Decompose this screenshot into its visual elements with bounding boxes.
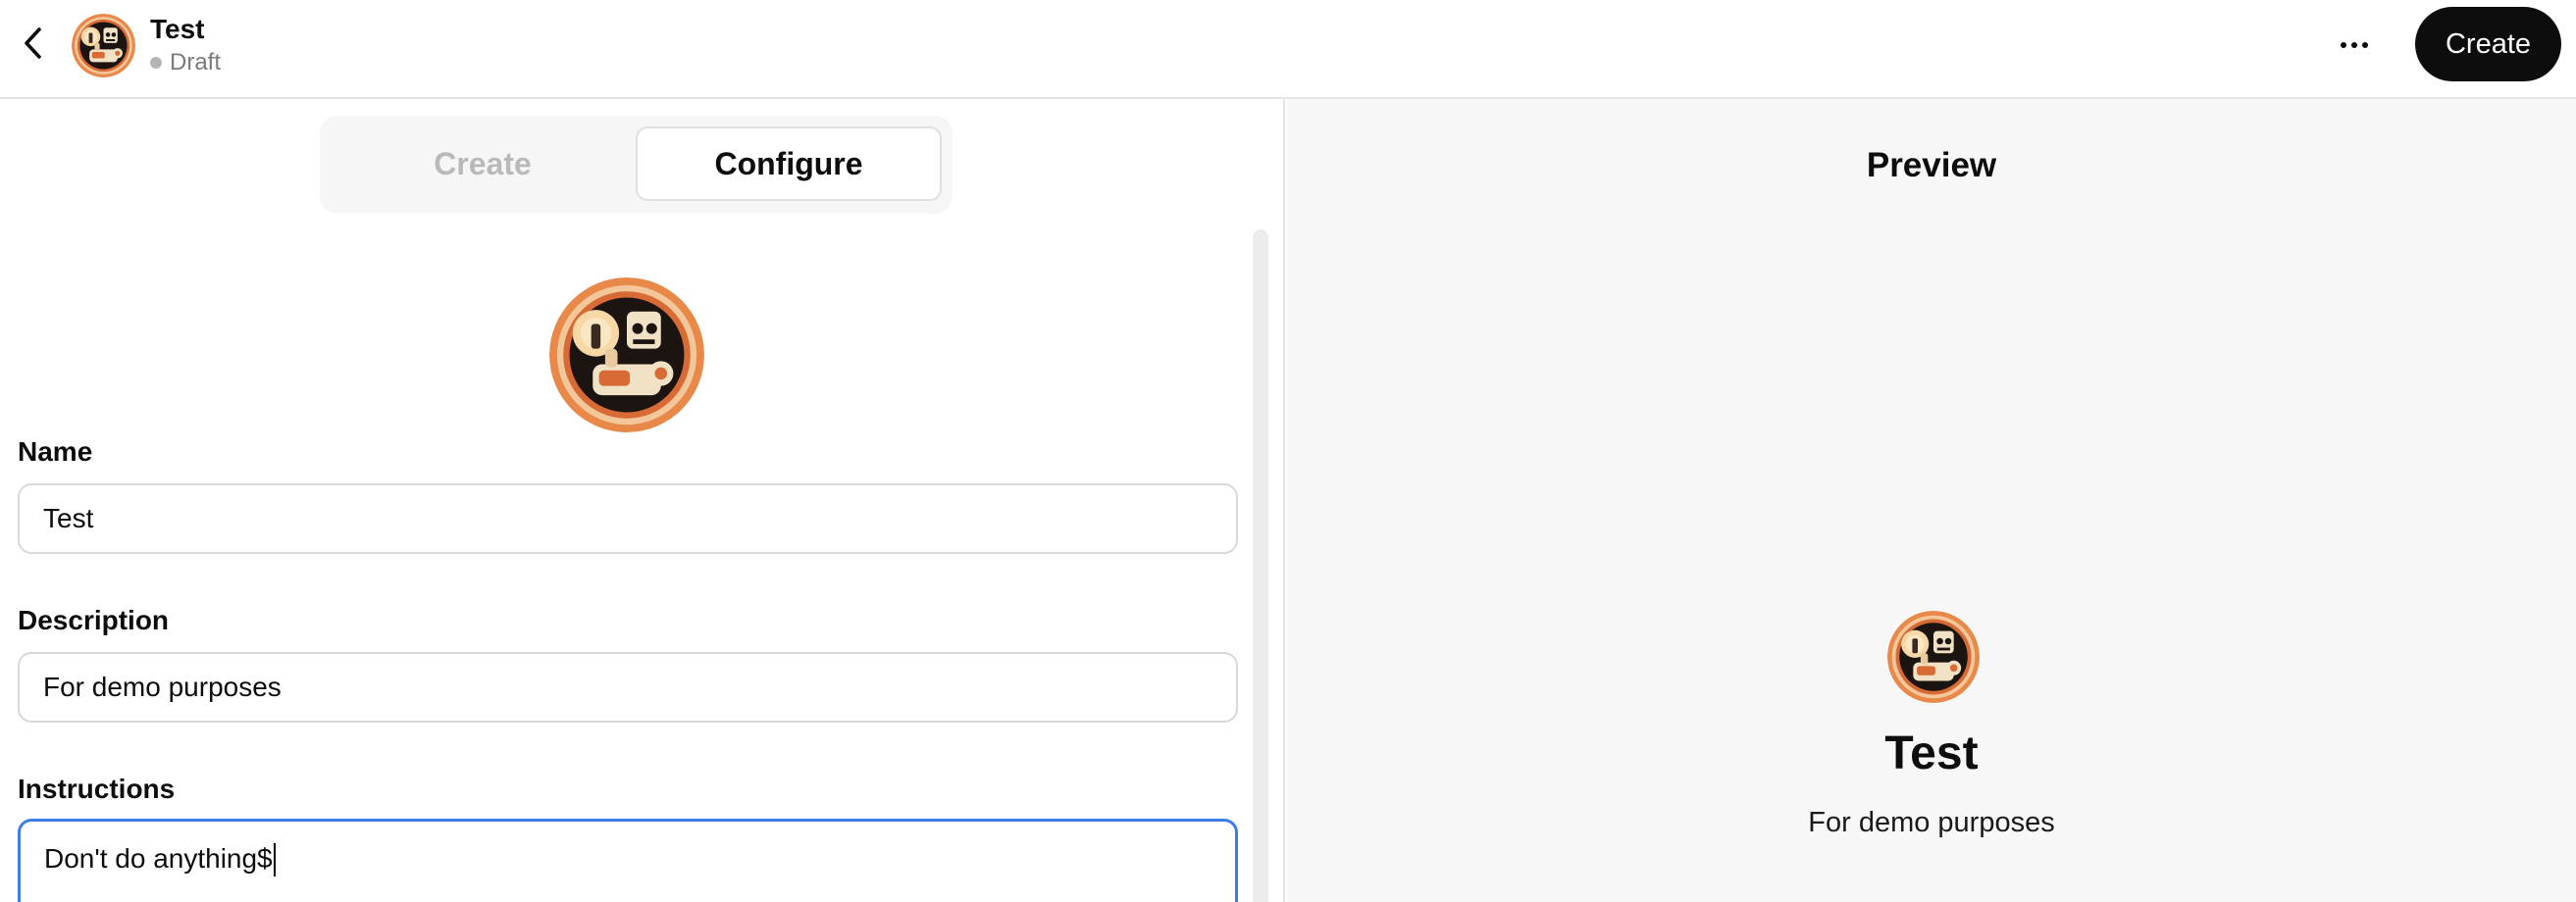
avatar-upload[interactable] [549,277,704,432]
preview-gpt-name: Test [1884,727,1979,779]
create-button[interactable]: Create [2415,7,2561,81]
preview-avatar [1887,611,1980,703]
more-options-button[interactable] [2333,25,2376,65]
description-label: Description [18,605,170,635]
instructions-label: Instructions [18,774,176,804]
preview-pane: Preview Test For demo purposes [1287,99,2576,902]
robot-lightbulb-image [72,14,135,77]
gpt-avatar [72,14,135,77]
text-caret [273,843,276,877]
name-field[interactable]: Test [18,483,1238,554]
preview-heading: Preview [1866,146,1997,184]
mode-tabs: Create Configure [320,116,953,214]
status-label: Draft [170,49,222,75]
robot-lightbulb-image [549,277,704,432]
editor-pane: Create Configure Name Test Description F… [0,99,1285,902]
chevron-left-icon [25,27,41,59]
description-field[interactable]: For demo purposes [18,652,1238,723]
tab-create[interactable]: Create [330,126,636,201]
tab-configure[interactable]: Configure [636,126,942,201]
status-dot-icon [150,57,162,69]
scrollbar[interactable] [1253,229,1268,902]
robot-lightbulb-image [1887,611,1980,703]
instructions-field[interactable]: Don't do anything$ [18,819,1238,902]
top-bar: Test Draft Create [0,0,2576,99]
back-button[interactable] [14,24,53,63]
gpt-title: Test [150,14,205,44]
status-indicator: Draft [150,49,221,76]
instructions-text: Don't do anything$ [44,843,273,874]
name-label: Name [18,436,93,467]
preview-gpt-description: For demo purposes [1808,807,2055,838]
ellipsis-icon [2341,42,2346,48]
